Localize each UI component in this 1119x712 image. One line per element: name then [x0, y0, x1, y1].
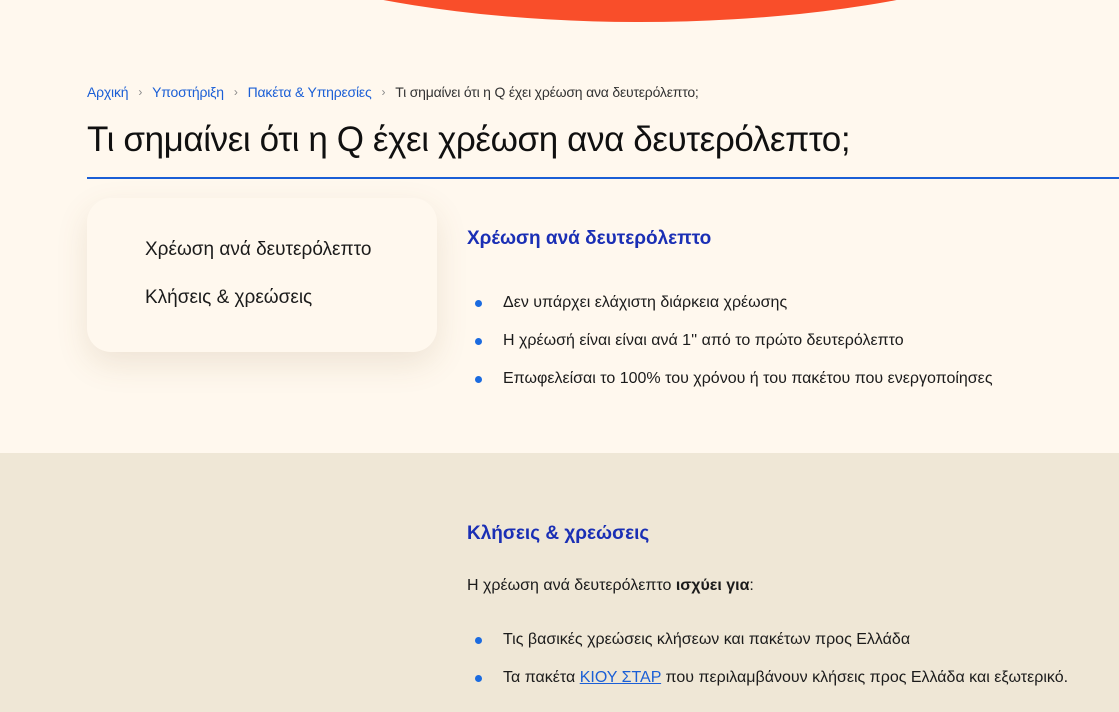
decorative-top-arc: [160, 0, 1119, 22]
calls-intro-text: Η χρέωση ανά δευτερόλεπτο ισχύει για:: [467, 577, 754, 595]
breadcrumb: Αρχική › Υποστήριξη › Πακέτα & Υπηρεσίες…: [87, 84, 699, 100]
breadcrumb-current: Τι σημαίνει ότι η Q έχει χρέωση ανα δευτ…: [395, 84, 699, 100]
toc-item-calls-and-charges[interactable]: Κλήσεις & χρεώσεις: [145, 284, 437, 332]
list-item-text-prefix: Τα πακέτα: [503, 669, 580, 686]
toc-item-per-second-billing[interactable]: Χρέωση ανά δευτερόλεπτο: [145, 236, 437, 284]
title-divider: [87, 177, 1119, 179]
bullet-dot-icon: [475, 376, 482, 383]
list-item: Η χρέωσή είναι είναι ανά 1'' από το πρώτ…: [467, 330, 993, 368]
breadcrumb-packages-link[interactable]: Πακέτα & Υπηρεσίες: [248, 84, 372, 100]
bullet-dot-icon: [475, 675, 482, 682]
breadcrumb-support-link[interactable]: Υποστήριξη: [152, 84, 224, 100]
breadcrumb-home-link[interactable]: Αρχική: [87, 84, 129, 100]
chevron-right-icon: ›: [381, 85, 386, 99]
intro-suffix: :: [749, 577, 754, 594]
page-title: Τι σημαίνει ότι η Q έχει χρέωση ανα δευτ…: [87, 120, 851, 159]
list-item: Τις βασικές χρεώσεις κλήσεων και πακέτων…: [467, 629, 1068, 667]
list-item-text: Η χρέωσή είναι είναι ανά 1'' από το πρώτ…: [503, 332, 904, 349]
list-item-text: Δεν υπάρχει ελάχιστη διάρκεια χρέωσης: [503, 294, 788, 311]
chevron-right-icon: ›: [138, 85, 143, 99]
list-item: Επωφελείσαι το 100% του χρόνου ή του πακ…: [467, 368, 993, 406]
bullet-dot-icon: [475, 300, 482, 307]
per-second-billing-list: Δεν υπάρχει ελάχιστη διάρκεια χρέωσης Η …: [467, 292, 993, 406]
bullet-dot-icon: [475, 338, 482, 345]
list-item: Δεν υπάρχει ελάχιστη διάρκεια χρέωσης: [467, 292, 993, 330]
list-item-text: Τις βασικές χρεώσεις κλήσεων και πακέτων…: [503, 631, 911, 648]
kiou-star-link[interactable]: ΚΙΟΥ ΣΤΑΡ: [580, 669, 661, 686]
table-of-contents: Χρέωση ανά δευτερόλεπτο Κλήσεις & χρεώσε…: [87, 198, 437, 352]
calls-and-charges-list: Τις βασικές χρεώσεις κλήσεων και πακέτων…: [467, 629, 1068, 705]
section-heading-per-second-billing: Χρέωση ανά δευτερόλεπτο: [467, 228, 712, 249]
section-heading-calls-and-charges: Κλήσεις & χρεώσεις: [467, 523, 650, 544]
chevron-right-icon: ›: [233, 85, 238, 99]
list-item-text: Επωφελείσαι το 100% του χρόνου ή του πακ…: [503, 370, 993, 387]
intro-prefix: Η χρέωση ανά δευτερόλεπτο: [467, 577, 676, 594]
list-item-text-suffix: που περιλαμβάνουν κλήσεις προς Ελλάδα κα…: [661, 669, 1069, 686]
list-item: Τα πακέτα ΚΙΟΥ ΣΤΑΡ που περιλαμβάνουν κλ…: [467, 667, 1068, 705]
bullet-dot-icon: [475, 637, 482, 644]
intro-bold: ισχύει για: [675, 577, 750, 594]
